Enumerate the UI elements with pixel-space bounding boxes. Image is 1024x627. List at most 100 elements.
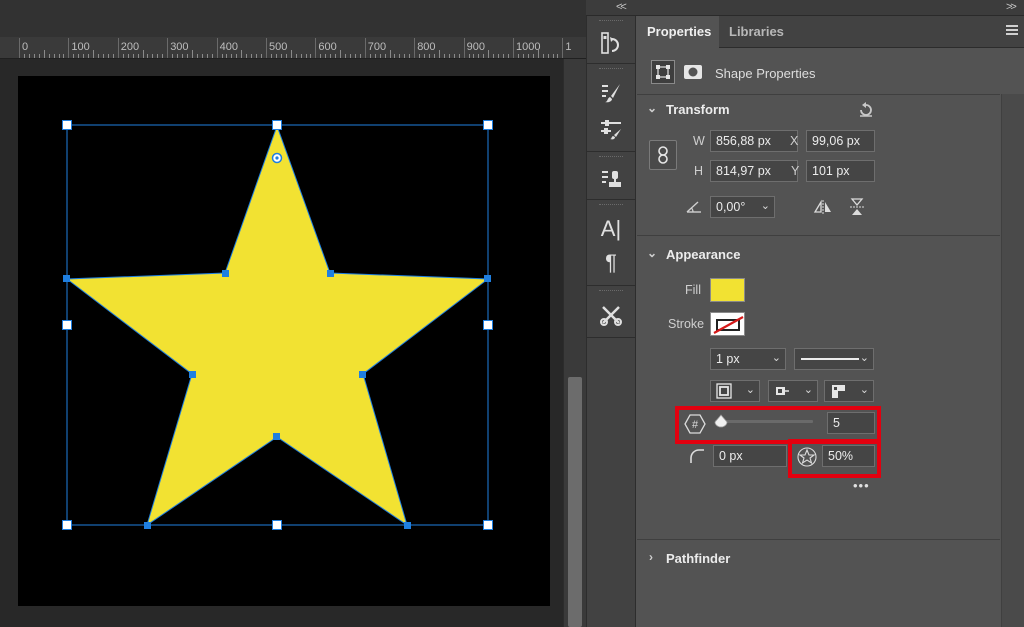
reset-transform-icon[interactable] — [855, 100, 877, 120]
ruler-minor-tick — [206, 54, 208, 58]
transform-section-header[interactable]: ⌄ Transform — [637, 100, 997, 122]
grip-icon[interactable] — [599, 204, 623, 207]
ruler-minor-tick — [236, 54, 238, 58]
ruler-major-tick — [513, 38, 514, 58]
artboard[interactable] — [18, 76, 550, 606]
ruler-minor-tick — [196, 54, 198, 58]
x-field[interactable]: 99,06 px — [806, 130, 875, 152]
character-icon[interactable]: A| — [596, 214, 626, 244]
ruler-minor-tick — [345, 54, 347, 58]
flip-horizontal-icon[interactable] — [811, 196, 835, 218]
options-strip — [0, 0, 586, 37]
chevron-down-icon: ⌄ — [859, 384, 869, 396]
ruler-minor-tick — [508, 54, 510, 58]
collapse-right-icon[interactable]: >> — [1006, 1, 1017, 13]
paragraph-icon[interactable]: ¶ — [596, 248, 626, 278]
ruler-minor-tick — [498, 54, 500, 58]
stroke-style-dropdown[interactable]: ⌄ — [794, 348, 874, 370]
ruler-minor-tick — [527, 54, 529, 58]
canvas-area[interactable]: 0 100 200 300 400 500 600 700 800 900 1000 1 — [0, 0, 586, 627]
shape-bounds-icon[interactable] — [651, 60, 675, 84]
scrollbar-thumb[interactable] — [568, 377, 582, 627]
y-field[interactable]: 101 px — [806, 160, 875, 182]
ruler-minor-tick — [433, 54, 435, 58]
flip-vertical-icon[interactable] — [845, 196, 869, 218]
ruler-minor-tick — [369, 54, 371, 58]
ruler-minor-tick — [354, 54, 356, 58]
ruler-minor-tick — [177, 54, 179, 58]
angle-dropdown[interactable]: 0,00° ⌄ — [710, 196, 775, 218]
brush-group — [587, 64, 635, 152]
ruler-minor-tick — [290, 50, 292, 58]
star-ratio-field[interactable]: 50% — [822, 445, 875, 467]
ruler-label: 200 — [120, 41, 140, 53]
brush-settings-icon[interactable] — [596, 114, 626, 144]
appearance-section-header[interactable]: ⌄ Appearance — [637, 245, 997, 267]
ruler-major-tick — [216, 38, 218, 58]
points-field[interactable]: 5 — [827, 412, 875, 434]
star-ratio-icon — [796, 446, 818, 468]
mask-icon[interactable] — [681, 60, 705, 84]
properties-tools-icon[interactable] — [596, 300, 626, 330]
clone-group — [587, 152, 635, 200]
grip-icon[interactable] — [599, 290, 623, 293]
ruler-minor-tick — [409, 54, 411, 58]
grip-icon[interactable] — [599, 156, 623, 159]
points-slider-handle[interactable] — [714, 414, 728, 428]
ruler-minor-tick — [43, 50, 45, 58]
angle-icon — [683, 198, 705, 216]
ruler-label: 400 — [219, 41, 238, 53]
ruler-major-tick — [68, 38, 70, 58]
grip-icon[interactable] — [599, 20, 623, 23]
ruler-minor-tick — [557, 54, 559, 58]
star-shape[interactable] — [65, 124, 490, 527]
points-slider-track[interactable] — [715, 420, 813, 423]
history-icon[interactable] — [596, 28, 626, 58]
tab-libraries[interactable]: Libraries — [719, 16, 794, 48]
brush-presets-icon[interactable] — [596, 78, 626, 108]
width-field[interactable]: 856,88 px — [710, 130, 798, 152]
corner-radius-widget[interactable] — [271, 152, 283, 164]
stroke-corners-icon — [832, 385, 845, 398]
panel-menu-icon[interactable] — [1006, 25, 1018, 35]
ruler-major-tick — [463, 38, 465, 58]
fill-swatch[interactable] — [710, 278, 745, 302]
stroke-align-dropdown[interactable]: ⌄ — [710, 380, 760, 402]
height-field[interactable]: 814,97 px — [710, 160, 798, 182]
tab-properties[interactable]: Properties — [637, 16, 719, 48]
stroke-corners-dropdown[interactable]: ⌄ — [824, 380, 874, 402]
ruler-minor-tick — [438, 50, 440, 58]
more-options-icon[interactable]: ••• — [853, 478, 870, 493]
ruler-minor-tick — [107, 54, 109, 58]
link-dimensions-icon[interactable] — [649, 140, 677, 170]
ruler-minor-tick — [53, 54, 55, 58]
grip-icon[interactable] — [599, 68, 623, 71]
divider — [637, 235, 1000, 236]
ruler-minor-tick — [191, 50, 193, 58]
height-label: H — [694, 164, 704, 178]
vertical-scrollbar[interactable] — [563, 59, 586, 627]
pathfinder-section-header[interactable]: › Pathfinder — [637, 549, 997, 571]
ruler-minor-tick — [394, 54, 396, 58]
ruler-minor-tick — [379, 54, 381, 58]
stroke-width-dropdown[interactable]: 1 px ⌄ — [710, 348, 786, 370]
ruler-minor-tick — [295, 54, 297, 58]
corner-radius-field[interactable]: 0 px — [713, 445, 787, 467]
ruler-minor-tick — [340, 50, 342, 58]
ruler-minor-tick — [98, 54, 100, 58]
ruler-minor-tick — [261, 54, 263, 58]
chevron-down-icon: ⌄ — [771, 352, 781, 364]
ruler-major-tick — [364, 38, 366, 58]
star-shape-layer[interactable] — [18, 76, 550, 606]
clone-source-icon[interactable] — [596, 164, 626, 194]
ruler-minor-tick — [275, 54, 277, 58]
ruler-minor-tick — [424, 54, 426, 58]
ruler-minor-tick — [231, 54, 233, 58]
stroke-swatch[interactable] — [710, 312, 745, 336]
fill-label: Fill — [685, 283, 701, 297]
collapse-left-icon[interactable]: << — [616, 1, 627, 13]
panel-scrollbar[interactable] — [1001, 94, 1024, 627]
stroke-caps-dropdown[interactable]: ⌄ — [768, 380, 818, 402]
ruler-minor-tick — [127, 54, 129, 58]
ruler-minor-tick — [172, 54, 174, 58]
